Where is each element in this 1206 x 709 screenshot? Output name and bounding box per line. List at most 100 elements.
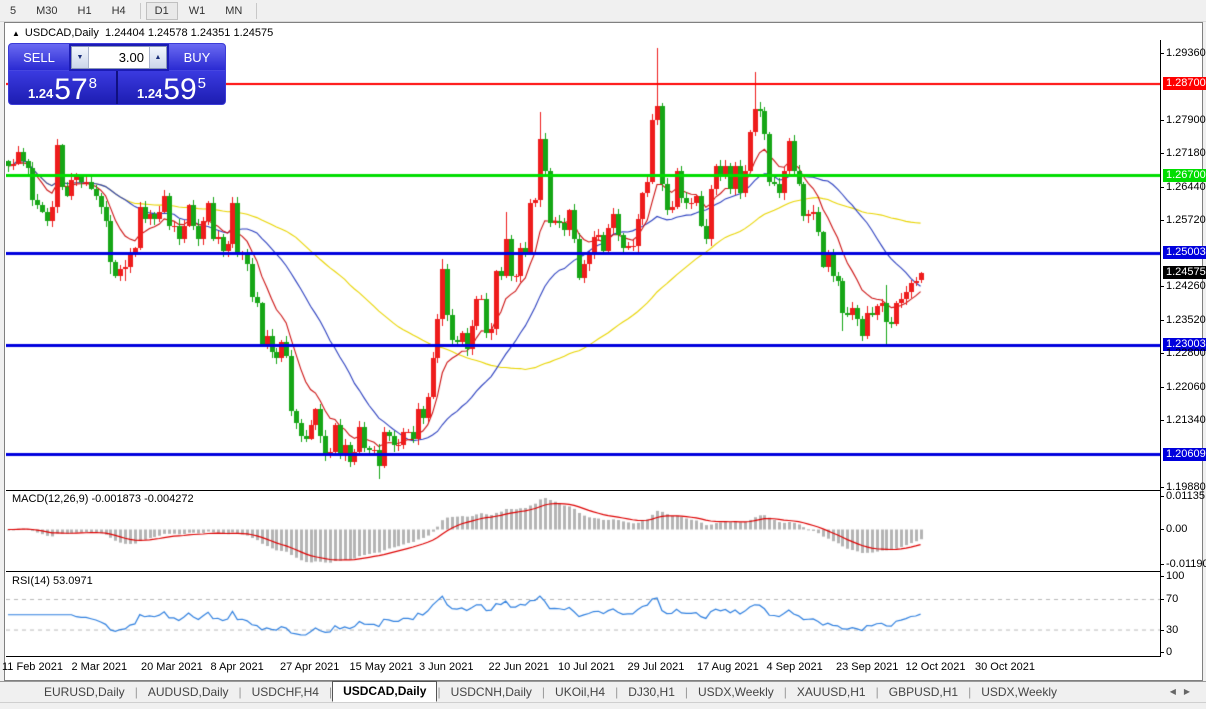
price-axis-tick (1160, 320, 1164, 321)
price-axis-label: 1.23520 (1166, 314, 1206, 327)
timeframe-button-d1[interactable]: D1 (146, 2, 178, 20)
timeframe-button-h1[interactable]: H1 (69, 2, 101, 20)
macd-panel-bottom-border (6, 571, 1161, 572)
sell-button[interactable]: SELL (9, 44, 69, 71)
chart-tab-usdx[interactable]: USDX,Weekly (688, 683, 784, 702)
price-axis-tick (1160, 387, 1164, 388)
chart-tab-xauusd[interactable]: XAUUSD,H1 (787, 683, 876, 702)
chart-tab-ukoil[interactable]: UKOil,H4 (545, 683, 615, 702)
macd-axis-label: -0.01190 (1166, 558, 1206, 571)
rsi-axis-label: 30 (1166, 624, 1178, 637)
price-axis-label: 1.26440 (1166, 181, 1206, 194)
rsi-panel-bottom-border (6, 656, 1161, 657)
date-axis-label: 30 Oct 2021 (975, 661, 1035, 673)
price-axis-tick (1160, 187, 1164, 188)
buy-price-prefix: 1.24 (137, 86, 162, 101)
rsi-axis-tick (1160, 576, 1164, 577)
main-panel-bottom-border (6, 490, 1161, 491)
macd-label: MACD(12,26,9) -0.001873 -0.004272 (12, 493, 194, 505)
macd-axis-label: 0.00 (1166, 523, 1187, 536)
date-axis-label: 20 Mar 2021 (141, 661, 203, 673)
sell-price-prefix: 1.24 (28, 86, 53, 101)
main-price-chart[interactable] (6, 40, 1160, 489)
rsi-axis-tick (1160, 599, 1164, 600)
chart-tab-usdcnh[interactable]: USDCNH,Daily (441, 683, 542, 702)
date-axis-label: 23 Sep 2021 (836, 661, 898, 673)
price-axis-label-blue: 1.25003 (1163, 246, 1206, 259)
price-axis-label: 1.27900 (1166, 114, 1206, 127)
rsi-axis-tick (1160, 652, 1164, 653)
volume-spinner: ▼ 3.00 ▲ (71, 46, 167, 69)
price-axis-label: 1.25720 (1166, 214, 1206, 227)
chart-tab-usdchf[interactable]: USDCHF,H4 (242, 683, 329, 702)
date-axis-label: 2 Mar 2021 (72, 661, 128, 673)
sell-price[interactable]: 1.24578 (9, 71, 118, 105)
sell-price-main: 57 (54, 76, 87, 104)
chart-tab-eurusd[interactable]: EURUSD,Daily (34, 683, 135, 702)
volume-input[interactable]: 3.00 (89, 47, 149, 68)
macd-axis-tick (1160, 564, 1164, 565)
rsi-indicator-chart[interactable] (6, 572, 1160, 656)
price-axis-label: 1.29360 (1166, 47, 1206, 60)
price-axis-tick (1160, 487, 1164, 488)
toolbar-separator (256, 3, 257, 19)
date-axis-label: 8 Apr 2021 (211, 661, 264, 673)
chart-tab-gbpusd[interactable]: GBPUSD,H1 (879, 683, 968, 702)
sell-price-pip: 8 (89, 75, 97, 92)
price-axis-tick (1160, 220, 1164, 221)
rsi-axis-label: 70 (1166, 593, 1178, 606)
date-axis-label: 3 Jun 2021 (419, 661, 473, 673)
buy-price-pip: 5 (198, 75, 206, 92)
chart-tab-bar: EURUSD,Daily|AUDUSD,Daily|USDCHF,H4|USDC… (0, 681, 1206, 702)
timeframe-button-m30[interactable]: M30 (27, 2, 66, 20)
volume-decrease-icon[interactable]: ▼ (72, 47, 89, 68)
date-axis-label: 4 Sep 2021 (767, 661, 823, 673)
date-axis-label: 27 Apr 2021 (280, 661, 339, 673)
rsi-axis-label: 0 (1166, 646, 1172, 659)
price-axis-label-blue: 1.20609 (1163, 448, 1206, 461)
rsi-axis-label: 100 (1166, 570, 1184, 583)
chart-tab-usdx[interactable]: USDX,Weekly (971, 683, 1067, 702)
buy-button[interactable]: BUY (169, 44, 225, 71)
timeframe-button-mn[interactable]: MN (216, 2, 251, 20)
chart-tab-dj30[interactable]: DJ30,H1 (618, 683, 685, 702)
date-axis-label: 15 May 2021 (350, 661, 414, 673)
macd-axis-tick (1160, 496, 1164, 497)
timeframe-button-5[interactable]: 5 (1, 2, 25, 20)
buy-price-main: 59 (163, 76, 196, 104)
date-axis-label: 22 Jun 2021 (489, 661, 550, 673)
tab-scroll-arrows[interactable]: ◀▶ (1170, 687, 1198, 696)
date-axis-label: 11 Feb 2021 (2, 661, 63, 673)
buy-price[interactable]: 1.24595 (118, 71, 225, 105)
volume-increase-icon[interactable]: ▲ (149, 47, 166, 68)
price-axis-tick (1160, 420, 1164, 421)
chart-ohlc-values: 1.24404 1.24578 1.24351 1.24575 (105, 27, 273, 39)
chart-tab-audusd[interactable]: AUDUSD,Daily (138, 683, 239, 702)
rsi-axis-tick (1160, 630, 1164, 631)
price-axis-label: 1.22800 (1166, 347, 1206, 360)
collapse-triangle-icon[interactable]: ▲ (12, 29, 20, 38)
price-axis-label: 1.21340 (1166, 414, 1206, 427)
date-axis-label: 29 Jul 2021 (628, 661, 685, 673)
chart-symbol-label: USDCAD,Daily (25, 27, 99, 39)
macd-axis-tick (1160, 529, 1164, 530)
date-axis-label: 17 Aug 2021 (697, 661, 759, 673)
price-axis-tick (1160, 120, 1164, 121)
timeframe-button-h4[interactable]: H4 (103, 2, 135, 20)
chart-tab-usdcad[interactable]: USDCAD,Daily (332, 681, 437, 702)
price-axis-tick (1160, 353, 1164, 354)
price-axis-label: 1.22060 (1166, 381, 1206, 394)
macd-axis-label: 0.01135 (1166, 490, 1205, 503)
chart-header: ▲ USDCAD,Daily 1.24404 1.24578 1.24351 1.… (12, 27, 273, 39)
price-axis-tick (1160, 53, 1164, 54)
price-axis-label: 1.27180 (1166, 147, 1206, 160)
date-axis-label: 12 Oct 2021 (906, 661, 966, 673)
timeframe-button-w1[interactable]: W1 (180, 2, 215, 20)
price-axis-label-red: 1.28700 (1163, 77, 1206, 90)
price-axis-tick (1160, 286, 1164, 287)
one-click-trading-widget: SELL ▼ 3.00 ▲ BUY 1.24578 1.24595 (8, 43, 226, 105)
price-axis-tick (1160, 153, 1164, 154)
price-axis-label-current: 1.24575 (1163, 266, 1206, 279)
date-axis-label: 10 Jul 2021 (558, 661, 615, 673)
rsi-label: RSI(14) 53.0971 (12, 575, 93, 587)
